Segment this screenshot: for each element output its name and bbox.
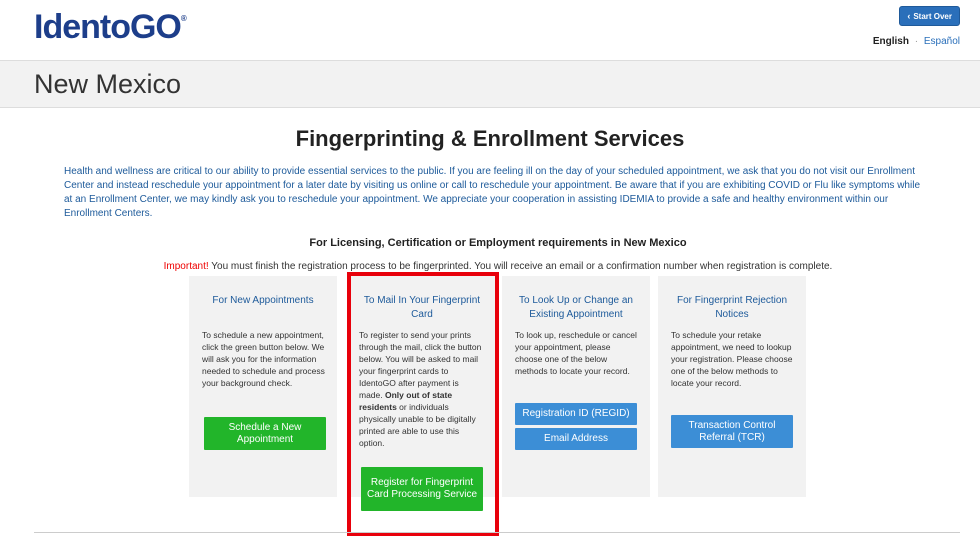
highlight-box [347,272,499,536]
chevron-left-icon: ‹ [907,11,911,21]
card-new-appointments: For New Appointments To schedule a new a… [189,276,337,497]
card-body: To schedule your retake appointment, we … [671,330,793,388]
language-separator: · [914,36,919,47]
important-notice: Important! You must finish the registrat… [0,261,980,272]
schedule-new-appointment-button[interactable]: Schedule a New Appointment [204,417,326,450]
card-title: For Fingerprint Rejection Notices [676,295,788,320]
transaction-control-referral-button[interactable]: Transaction Control Referral (TCR) [671,415,793,448]
start-over-button[interactable]: ‹ Start Over [899,6,960,26]
logo-text: IdentoGO [34,8,182,46]
bottom-divider [34,532,960,533]
card-body: To schedule a new appointment, click the… [202,330,325,388]
identogo-logo[interactable]: IdentoGO® [34,8,187,47]
page-title: Fingerprinting & Enrollment Services [295,126,685,151]
card-body: To look up, reschedule or cancel your ap… [515,330,637,376]
registered-mark: ® [180,14,187,23]
important-text: You must finish the registration process… [208,261,833,272]
registration-id-button[interactable]: Registration ID (REGID) [515,403,637,425]
start-over-label: Start Over [913,11,952,21]
important-label: Important! [163,261,209,272]
language-english[interactable]: English [873,36,909,47]
card-title: For New Appointments [212,295,314,306]
state-header-band: New Mexico [0,60,980,108]
card-title: To Look Up or Change an Existing Appoint… [519,295,633,320]
health-notice: Health and wellness are critical to our … [64,166,921,219]
state-title: New Mexico [34,69,182,99]
email-address-button[interactable]: Email Address [515,428,637,450]
language-switcher: English · Español [873,36,960,47]
language-espanol-link[interactable]: Español [924,36,960,47]
card-rejection-notices: For Fingerprint Rejection Notices To sch… [658,276,806,497]
requirements-heading: For Licensing, Certification or Employme… [309,237,687,249]
card-lookup-appointment: To Look Up or Change an Existing Appoint… [502,276,650,497]
